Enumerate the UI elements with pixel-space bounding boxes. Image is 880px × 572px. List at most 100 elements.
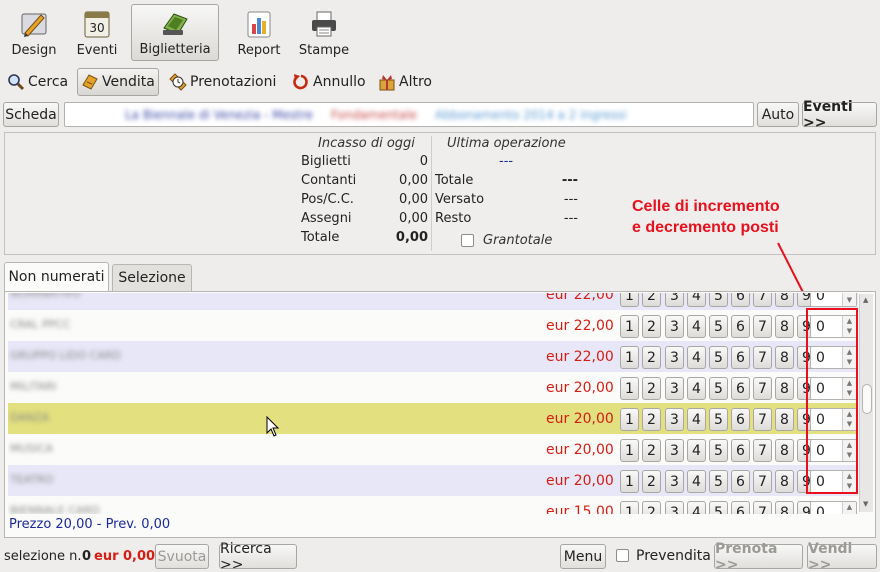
quantity-button[interactable]: 3	[665, 377, 684, 400]
quantity-button[interactable]: 5	[709, 408, 728, 431]
scheda-button[interactable]: Scheda	[3, 102, 59, 127]
spinner-value[interactable]: 0	[816, 293, 825, 304]
quantity-button[interactable]: 1	[620, 470, 639, 493]
eventi-button[interactable]: Eventi >>	[802, 99, 877, 131]
subtoolbar-annullo[interactable]: Annullo	[289, 68, 369, 96]
quantity-button[interactable]: 8	[775, 293, 794, 307]
quantity-button[interactable]: 1	[620, 408, 639, 431]
ticket-row[interactable]: TEATRO eur 20,00 1 2 3 4 5 6 7 8 9 0 ▲ ▼	[8, 465, 858, 496]
quantity-button[interactable]: 3	[665, 293, 684, 307]
quantity-button[interactable]: 5	[709, 470, 728, 493]
quantity-button[interactable]: 6	[731, 439, 750, 462]
menu-button[interactable]: Menu	[560, 544, 606, 569]
toolbar-design[interactable]: Design	[6, 4, 62, 61]
prenota-button[interactable]: Prenota >>	[714, 541, 803, 572]
quantity-button[interactable]: 7	[753, 501, 772, 514]
quantity-button[interactable]: 4	[687, 470, 706, 493]
quantity-button[interactable]: 6	[731, 346, 750, 369]
quantity-button[interactable]: 1	[620, 377, 639, 400]
quantity-button[interactable]: 5	[709, 346, 728, 369]
quantity-button[interactable]: 1	[620, 293, 639, 307]
grantotale-checkbox[interactable]	[461, 234, 474, 247]
seat-quantity-spinner[interactable]: 0 ▲▼	[810, 293, 857, 307]
quantity-button[interactable]: 8	[775, 315, 794, 338]
quantity-button[interactable]: 8	[775, 501, 794, 514]
quantity-button[interactable]: 6	[731, 377, 750, 400]
prevendita-checkbox[interactable]	[616, 549, 629, 562]
quantity-button[interactable]: 1	[620, 439, 639, 462]
quantity-button[interactable]: 7	[753, 346, 772, 369]
quantity-button[interactable]: 5	[709, 501, 728, 514]
quantity-button[interactable]: 7	[753, 377, 772, 400]
ticket-row[interactable]: DANZA eur 20,00 1 2 3 4 5 6 7 8 9 0 ▲ ▼	[8, 403, 858, 434]
ticket-row[interactable]: NOMINATIVOeur 22,001234567890▲▼	[8, 293, 858, 310]
quantity-button[interactable]: 3	[665, 346, 684, 369]
quantity-button[interactable]: 3	[665, 439, 684, 462]
subtoolbar-vendita[interactable]: Vendita	[77, 68, 159, 96]
quantity-button[interactable]: 5	[709, 439, 728, 462]
quantity-button[interactable]: 8	[775, 346, 794, 369]
quantity-button[interactable]: 2	[642, 346, 661, 369]
quantity-button[interactable]: 6	[731, 501, 750, 514]
quantity-button[interactable]: 6	[731, 408, 750, 431]
quantity-button[interactable]: 2	[642, 377, 661, 400]
quantity-button[interactable]: 3	[665, 315, 684, 338]
quantity-button[interactable]: 7	[753, 408, 772, 431]
toolbar-eventi[interactable]: 30 Eventi	[70, 4, 124, 61]
tab-non-numerati[interactable]: Non numerati	[4, 262, 109, 291]
quantity-button[interactable]: 8	[775, 470, 794, 493]
toolbar-stampe[interactable]: Stampe	[294, 4, 354, 61]
quantity-button[interactable]: 8	[775, 377, 794, 400]
quantity-button[interactable]: 2	[642, 470, 661, 493]
tab-selezione[interactable]: Selezione	[112, 264, 192, 291]
quantity-button[interactable]: 3	[665, 408, 684, 431]
scroll-up-icon[interactable]: ▲	[863, 296, 868, 304]
quantity-button[interactable]: 4	[687, 315, 706, 338]
scroll-thumb[interactable]	[862, 384, 872, 414]
event-field[interactable]: La Biennale di Venezia - Mestre Fondamen…	[64, 102, 754, 127]
quantity-button[interactable]: 7	[753, 470, 772, 493]
quantity-button[interactable]: 7	[753, 439, 772, 462]
vendi-button[interactable]: Vendi >>	[807, 541, 877, 572]
quantity-button[interactable]: 2	[642, 501, 661, 514]
quantity-button[interactable]: 1	[620, 346, 639, 369]
quantity-button[interactable]: 1	[620, 501, 639, 514]
quantity-button[interactable]: 7	[753, 293, 772, 307]
quantity-button[interactable]: 3	[665, 501, 684, 514]
quantity-button[interactable]: 6	[731, 293, 750, 307]
quantity-button[interactable]: 2	[642, 293, 661, 307]
quantity-button[interactable]: 1	[620, 315, 639, 338]
quantity-button[interactable]: 4	[687, 293, 706, 307]
quantity-button[interactable]: 7	[753, 315, 772, 338]
quantity-button[interactable]: 5	[709, 293, 728, 307]
scroll-down-icon[interactable]: ▼	[863, 500, 868, 508]
seat-quantity-spinner[interactable]: 0 ▲▼	[810, 501, 857, 514]
quantity-button[interactable]: 6	[731, 315, 750, 338]
ticket-row[interactable]: CRAL PPCC eur 22,00 1 2 3 4 5 6 7 8 9 0 ▲ ▼	[8, 310, 858, 341]
quantity-button[interactable]: 2	[642, 408, 661, 431]
quantity-button[interactable]: 4	[687, 377, 706, 400]
subtoolbar-altro[interactable]: Altro	[375, 68, 435, 96]
ticket-row[interactable]: GRUPPO LIDO CARD eur 22,00 1 2 3 4 5 6 7 8 9 0 ▲ ▼	[8, 341, 858, 372]
quantity-button[interactable]: 5	[709, 377, 728, 400]
quantity-button[interactable]: 8	[775, 439, 794, 462]
quantity-button[interactable]: 6	[731, 470, 750, 493]
ricerca-button[interactable]: Ricerca >>	[219, 541, 297, 572]
quantity-button[interactable]: 2	[642, 315, 661, 338]
subtoolbar-cerca[interactable]: Cerca	[4, 68, 71, 96]
toolbar-biglietteria[interactable]: Biglietteria	[131, 4, 219, 61]
subtoolbar-prenotazioni[interactable]: Prenotazioni	[166, 68, 279, 96]
toolbar-report[interactable]: Report	[230, 4, 288, 61]
quantity-button[interactable]: 4	[687, 439, 706, 462]
quantity-button[interactable]: 3	[665, 470, 684, 493]
ticket-row[interactable]: MUSICA eur 20,00 1 2 3 4 5 6 7 8 9 0 ▲ ▼	[8, 434, 858, 465]
quantity-button[interactable]: 8	[775, 408, 794, 431]
spinner-arrows-icon[interactable]: ▲▼	[842, 502, 856, 514]
ticket-row[interactable]: MILITARI eur 20,00 1 2 3 4 5 6 7 8 9 0 ▲ ▼	[8, 372, 858, 403]
quantity-button[interactable]: 5	[709, 315, 728, 338]
quantity-button[interactable]: 4	[687, 346, 706, 369]
spinner-value[interactable]: 0	[816, 505, 825, 514]
svuota-button[interactable]: Svuota	[155, 544, 209, 569]
list-scrollbar[interactable]: ▲ ▼	[859, 294, 873, 512]
spinner-arrows-icon[interactable]: ▲▼	[842, 293, 856, 306]
